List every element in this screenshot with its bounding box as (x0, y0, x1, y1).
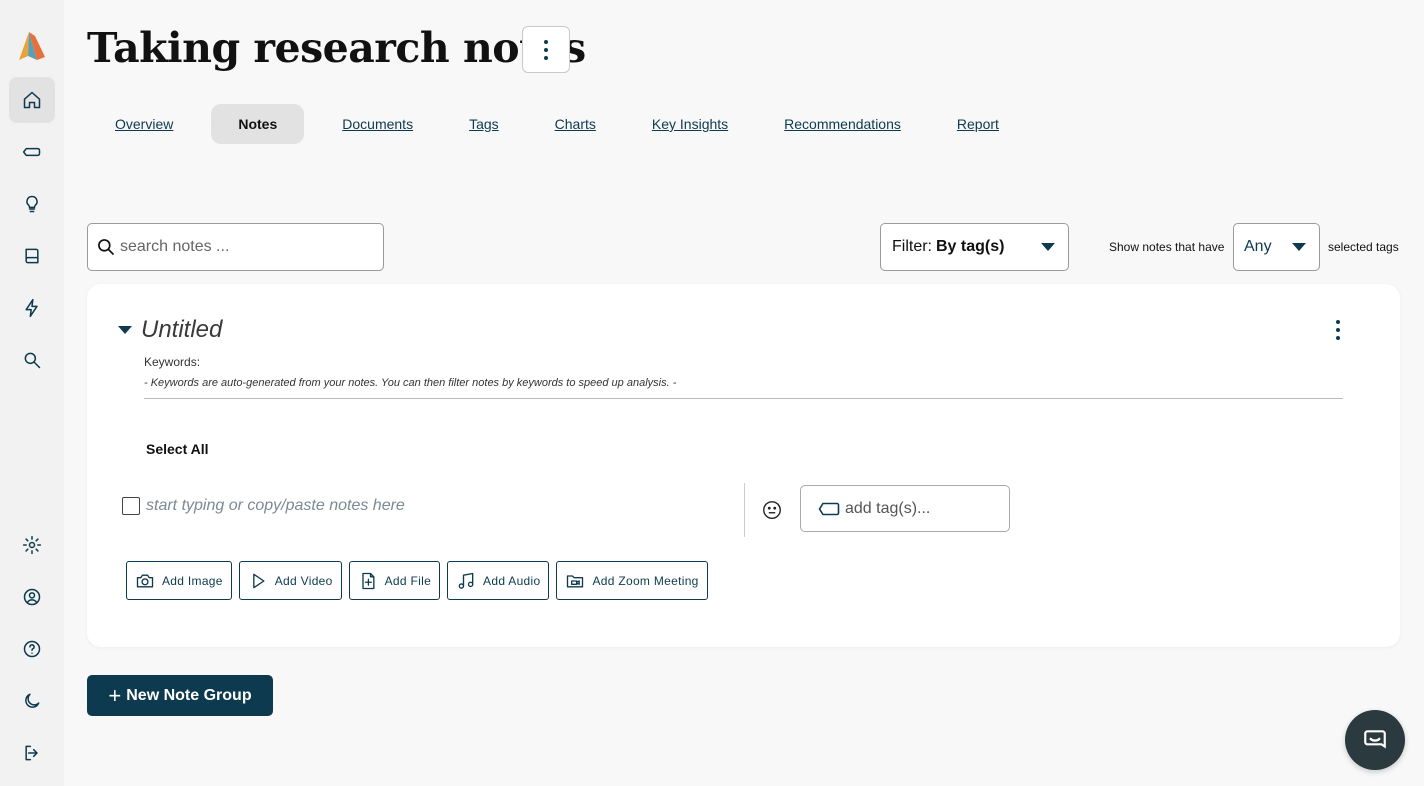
tab-report[interactable]: Report (939, 104, 1017, 144)
keywords-hint: - Keywords are auto-generated from your … (144, 377, 677, 389)
search-icon (98, 239, 115, 256)
settings-icon (22, 535, 42, 555)
add-video-label: Add Video (274, 573, 333, 588)
tab-overview[interactable]: Overview (97, 104, 191, 144)
tab-recommendations[interactable]: Recommendations (766, 104, 919, 144)
video-folder-icon (567, 574, 584, 587)
tag-match-value: Any (1244, 238, 1272, 255)
sidebar-library-button[interactable] (9, 233, 55, 279)
note-group-menu-button[interactable] (1336, 320, 1340, 340)
tab-notes[interactable]: Notes (211, 104, 305, 144)
help-icon (23, 640, 41, 658)
add-image-label: Add Image (162, 573, 223, 588)
divider (144, 398, 1343, 399)
sidebar-automation-button[interactable] (9, 285, 55, 331)
plus-icon: + (108, 682, 122, 708)
filter-dropdown[interactable]: Filter: By tag(s) (880, 223, 1069, 271)
tag-match-label: Show notes that have (1109, 240, 1225, 254)
camera-icon (136, 574, 154, 587)
search-input[interactable] (120, 238, 360, 256)
tab-tags[interactable]: Tags (451, 104, 517, 144)
account-icon (23, 588, 41, 606)
tag-icon (22, 147, 41, 157)
sidebar-help-button[interactable] (9, 626, 55, 672)
tag-match-suffix: selected tags (1328, 240, 1399, 254)
add-audio-label: Add Audio (483, 573, 541, 588)
logout-icon (25, 745, 38, 761)
select-all-button[interactable]: Select All (146, 441, 209, 457)
sidebar-tags-button[interactable] (9, 129, 55, 175)
tab-key-insights[interactable]: Key Insights (634, 104, 746, 144)
note-input[interactable]: start typing or copy/paste notes here (146, 497, 405, 515)
sidebar-settings-button[interactable] (9, 522, 55, 568)
lightbulb-icon (26, 195, 38, 213)
project-menu-button[interactable] (522, 26, 570, 73)
file-plus-icon (361, 572, 375, 589)
divider (744, 483, 745, 537)
music-note-icon (458, 572, 474, 589)
sidebar-home-button[interactable] (9, 77, 55, 123)
chat-launcher-button[interactable] (1345, 710, 1405, 770)
note-group-card: Untitled Keywords: - Keywords are auto-g… (87, 284, 1400, 647)
more-vertical-icon (544, 39, 548, 60)
chat-icon (1364, 730, 1386, 749)
page-title: Taking research notes (87, 24, 586, 72)
sidebar (0, 0, 64, 786)
sidebar-logout-button[interactable] (9, 730, 55, 776)
new-note-group-button[interactable]: + New Note Group (87, 675, 273, 716)
filter-prefix: Filter: (892, 238, 932, 255)
tab-charts[interactable]: Charts (537, 104, 614, 144)
tag-icon (818, 502, 840, 515)
tab-documents[interactable]: Documents (324, 104, 431, 144)
note-group-title[interactable]: Untitled (141, 316, 222, 344)
play-icon (252, 573, 265, 588)
add-media-toolbar: Add Image Add Video Add File Add Audio A… (126, 561, 708, 600)
more-vertical-icon (1336, 320, 1340, 340)
add-file-button[interactable]: Add File (348, 561, 441, 600)
caret-down-icon (1292, 243, 1306, 251)
collapse-caret-icon[interactable] (118, 326, 132, 334)
sidebar-search-button[interactable] (9, 337, 55, 383)
book-icon (25, 248, 39, 264)
tag-match-dropdown[interactable]: Any (1233, 223, 1320, 271)
add-zoom-meeting-label: Add Zoom Meeting (592, 573, 699, 588)
add-audio-button[interactable]: Add Audio (447, 561, 550, 600)
new-note-group-label: New Note Group (126, 686, 252, 704)
add-zoom-meeting-button[interactable]: Add Zoom Meeting (556, 561, 708, 600)
app-logo[interactable] (15, 30, 49, 64)
search-icon (24, 352, 41, 369)
sidebar-account-button[interactable] (9, 574, 55, 620)
lightning-icon (25, 298, 38, 318)
search-box (87, 223, 384, 271)
keywords-label: Keywords: (144, 355, 201, 369)
tag-input[interactable]: add tag(s)... (800, 485, 1010, 532)
sentiment-neutral-icon[interactable] (761, 499, 783, 526)
add-file-label: Add File (384, 573, 432, 588)
note-checkbox[interactable] (122, 497, 140, 515)
sidebar-dark-mode-button[interactable] (9, 678, 55, 724)
add-image-button[interactable]: Add Image (126, 561, 232, 600)
caret-down-icon (1041, 243, 1055, 251)
filter-value: By tag(s) (936, 238, 1005, 255)
sidebar-insights-button[interactable] (9, 181, 55, 227)
tag-input-placeholder: add tag(s)... (845, 499, 931, 517)
tab-bar: Overview Notes Documents Tags Charts Key… (97, 104, 1037, 144)
add-video-button[interactable]: Add Video (238, 561, 342, 600)
home-icon (23, 91, 41, 109)
dark-mode-icon (25, 693, 40, 708)
